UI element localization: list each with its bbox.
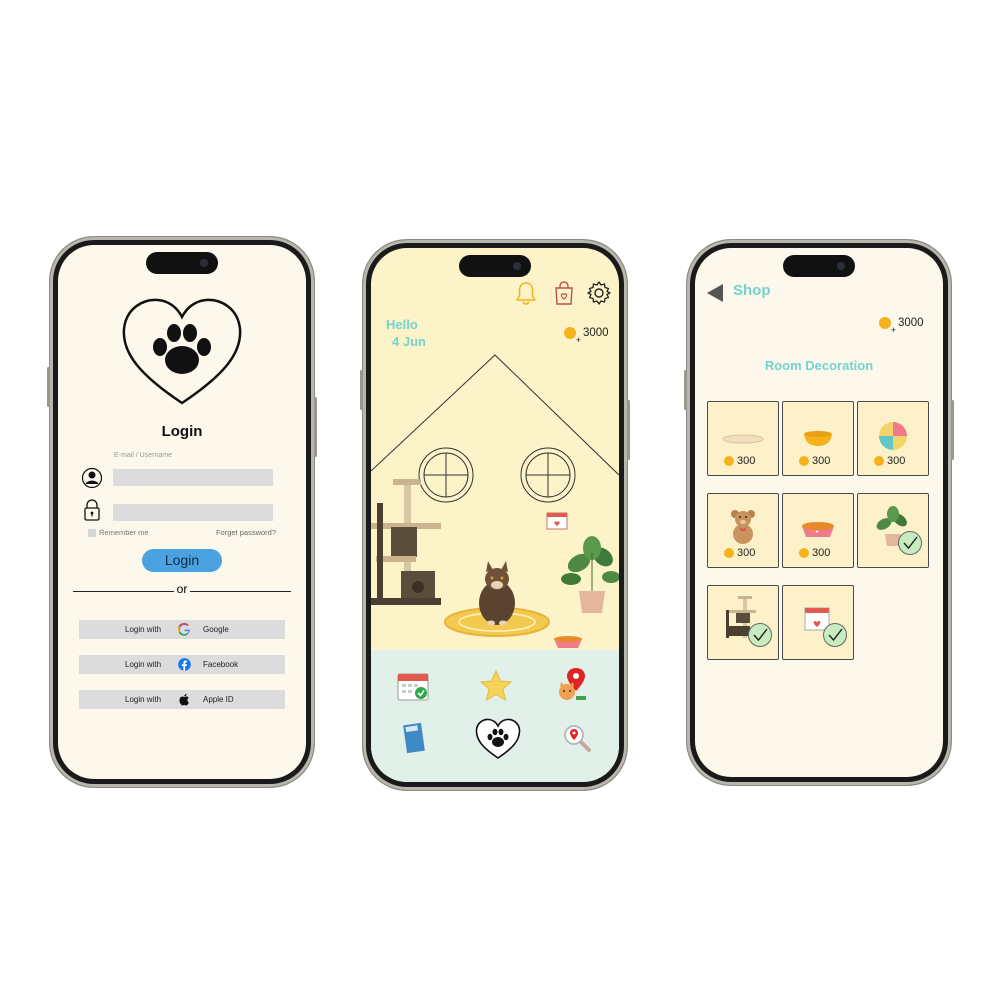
login-with-label: Login with bbox=[125, 660, 162, 669]
dynamic-island bbox=[783, 255, 855, 277]
wall-calendar bbox=[546, 512, 568, 530]
item-price: 300 bbox=[724, 547, 755, 559]
room-scene bbox=[371, 354, 619, 648]
ball-icon bbox=[879, 422, 907, 450]
coin-icon bbox=[874, 456, 884, 466]
paw-heart-logo-icon bbox=[122, 298, 242, 405]
email-field[interactable] bbox=[113, 469, 273, 486]
dynamic-island bbox=[146, 252, 218, 274]
section-title: Room Decoration bbox=[764, 358, 874, 373]
or-divider: or bbox=[58, 582, 306, 596]
owned-check-icon bbox=[748, 623, 772, 647]
shop-item-calendar[interactable] bbox=[782, 585, 854, 660]
coin-amount: 3000 bbox=[583, 327, 609, 339]
plant bbox=[561, 536, 619, 613]
coin-icon bbox=[799, 548, 809, 558]
back-arrow-icon[interactable] bbox=[707, 284, 723, 302]
shop-item-food-bowl[interactable]: 300 bbox=[782, 493, 854, 568]
round-window-left bbox=[418, 447, 474, 503]
login-google-button[interactable]: Login with Google bbox=[79, 620, 285, 639]
shop-item-bowl[interactable]: 300 bbox=[782, 401, 854, 476]
coin-amount: 3000 bbox=[898, 317, 924, 329]
bowl-icon bbox=[804, 431, 832, 446]
greeting-hello: Hello bbox=[386, 317, 418, 332]
item-price: 300 bbox=[799, 455, 830, 467]
coin-icon bbox=[564, 327, 581, 345]
cat-tree bbox=[371, 479, 441, 605]
food-bowl-icon bbox=[802, 522, 834, 537]
journal-icon[interactable] bbox=[399, 720, 435, 756]
login-title: Login bbox=[161, 423, 203, 440]
price-value: 300 bbox=[812, 455, 831, 467]
bell-icon[interactable] bbox=[513, 280, 539, 306]
paw-heart-icon[interactable] bbox=[475, 718, 521, 760]
search-location-icon[interactable] bbox=[561, 722, 593, 754]
login-facebook-button[interactable]: Login with Facebook bbox=[79, 655, 285, 674]
apple-icon bbox=[179, 693, 189, 706]
or-text: or bbox=[173, 582, 191, 596]
shop-item-cat-tree[interactable] bbox=[707, 585, 779, 660]
remember-me[interactable]: Remember me bbox=[88, 528, 149, 537]
item-price: 300 bbox=[799, 547, 830, 559]
remember-checkbox[interactable] bbox=[88, 528, 96, 537]
star-icon[interactable] bbox=[478, 668, 514, 704]
dynamic-island bbox=[459, 255, 531, 277]
coin-balance: 3000 bbox=[879, 317, 924, 335]
login-apple-button[interactable]: Login with Apple ID bbox=[79, 690, 285, 709]
shopping-bag-icon[interactable] bbox=[551, 280, 577, 306]
facebook-icon bbox=[178, 658, 191, 671]
price-value: 300 bbox=[737, 455, 756, 467]
provider-label: Google bbox=[203, 625, 229, 634]
login-button[interactable]: Login bbox=[142, 549, 222, 572]
provider-label: Facebook bbox=[203, 660, 239, 669]
item-price: 300 bbox=[874, 455, 905, 467]
item-price: 300 bbox=[724, 455, 755, 467]
shop-item-teddy-bear[interactable]: 300 bbox=[707, 493, 779, 568]
coin-icon bbox=[879, 317, 896, 335]
calendar-icon[interactable] bbox=[395, 668, 431, 704]
phone-login: Login E-mail / Username Remember me Forg… bbox=[47, 237, 317, 787]
shop-item-plant[interactable] bbox=[857, 493, 929, 568]
provider-label: Apple ID bbox=[203, 695, 234, 704]
food-bowl bbox=[554, 636, 582, 648]
owned-check-icon bbox=[823, 623, 847, 647]
remember-label: Remember me bbox=[99, 528, 149, 537]
home-screen: Hello 4 Jun 3000 bbox=[371, 248, 619, 782]
coin-balance: 3000 bbox=[564, 327, 609, 345]
phone-shop: Shop 3000 Room Decoration 300 300 bbox=[684, 240, 954, 785]
owned-check-icon bbox=[898, 531, 922, 555]
settings-gear-icon[interactable] bbox=[586, 280, 612, 306]
user-icon bbox=[82, 467, 102, 489]
shop-screen: Shop 3000 Room Decoration 300 300 bbox=[695, 248, 943, 777]
price-value: 300 bbox=[887, 455, 906, 467]
shop-item-ball[interactable]: 300 bbox=[857, 401, 929, 476]
login-screen: Login E-mail / Username Remember me Forg… bbox=[58, 245, 306, 779]
shop-item-rug[interactable]: 300 bbox=[707, 401, 779, 476]
lock-icon bbox=[84, 499, 100, 521]
login-with-label: Login with bbox=[125, 695, 162, 704]
teddy-bear-icon bbox=[731, 510, 755, 544]
coin-icon bbox=[799, 456, 809, 466]
forget-password-link[interactable]: Forget password? bbox=[216, 528, 276, 537]
bottom-menu bbox=[371, 650, 619, 782]
password-field[interactable] bbox=[113, 504, 273, 521]
email-label: E-mail / Username bbox=[114, 452, 172, 459]
shop-title: Shop bbox=[733, 282, 771, 299]
map-pin-icon[interactable] bbox=[554, 666, 590, 702]
login-with-label: Login with bbox=[125, 625, 162, 634]
coin-icon bbox=[724, 548, 734, 558]
price-value: 300 bbox=[737, 547, 756, 559]
round-window-right bbox=[520, 447, 576, 503]
price-value: 300 bbox=[812, 547, 831, 559]
cat bbox=[479, 561, 515, 626]
google-icon bbox=[178, 623, 191, 636]
phone-home: Hello 4 Jun 3000 bbox=[360, 240, 630, 790]
rug-icon bbox=[722, 434, 764, 444]
coin-icon bbox=[724, 456, 734, 466]
